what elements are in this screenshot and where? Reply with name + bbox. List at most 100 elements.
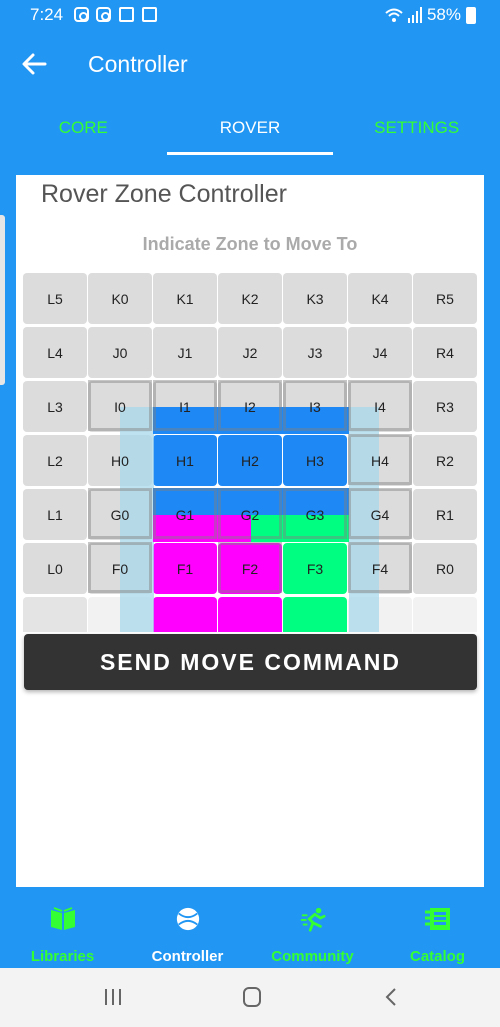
zone-cell-g1[interactable]: G1	[153, 489, 217, 540]
zone-cell-k2[interactable]: K2	[218, 273, 282, 324]
zone-cell-blank[interactable]	[23, 597, 87, 632]
zone-cell-label: J0	[112, 344, 128, 361]
card-title: Rover Zone Controller	[41, 180, 287, 208]
ball-icon	[176, 907, 199, 931]
nav-community[interactable]: Community	[250, 890, 375, 968]
recent-apps-icon[interactable]	[100, 986, 126, 1008]
zone-cell-blank[interactable]	[413, 597, 477, 632]
page-title: Controller	[88, 51, 188, 77]
zone-cell-j0[interactable]: J0	[88, 327, 152, 378]
zone-cell-k0[interactable]: K0	[88, 273, 152, 324]
nav-catalog[interactable]: Catalog	[375, 890, 500, 968]
zone-cell-label: L4	[47, 344, 63, 361]
zone-cell-j3[interactable]: J3	[283, 327, 347, 378]
zone-cell-h1[interactable]: H1	[153, 435, 217, 486]
zone-cell-blank[interactable]	[153, 597, 217, 632]
runner-icon	[300, 907, 326, 932]
zone-cell-label: J3	[307, 344, 323, 361]
zone-cell-blank[interactable]	[348, 597, 412, 632]
zone-cell-label: I1	[179, 398, 191, 415]
zone-cell-label: J2	[242, 344, 258, 361]
zone-cell-h2[interactable]: H2	[218, 435, 282, 486]
zone-cell-j4[interactable]: J4	[348, 327, 412, 378]
zone-cell-j1[interactable]: J1	[153, 327, 217, 378]
zone-cell-label: F0	[111, 560, 129, 577]
tab-core[interactable]: CORE	[0, 98, 167, 158]
signal-icon	[407, 7, 422, 23]
zone-cell-l0[interactable]: L0	[23, 543, 87, 594]
zone-grid[interactable]: L5 K0 K1 K2 K3 K4 R5 L4 J0 J1 J2 J3 J4 R4 L3 I0 I1 I2 I3 I4…	[22, 272, 478, 632]
zone-cell-l1[interactable]: L1	[23, 489, 87, 540]
zone-cell-label: R2	[436, 452, 454, 469]
book-icon	[50, 907, 75, 930]
zone-cell-label: H3	[306, 452, 324, 469]
zone-cell-r1[interactable]: R1	[413, 489, 477, 540]
zone-cell-k3[interactable]: K3	[283, 273, 347, 324]
zone-cell-label: L3	[47, 398, 63, 415]
zone-cell-g4[interactable]: G4	[348, 489, 412, 540]
zone-cell-label: I2	[244, 398, 256, 415]
zone-cell-r3[interactable]: R3	[413, 381, 477, 432]
tab-settings[interactable]: SETTINGS	[333, 98, 500, 158]
zone-cell-i3[interactable]: I3	[283, 381, 347, 432]
zone-cell-f4[interactable]: F4	[348, 543, 412, 594]
zone-cell-l5[interactable]: L5	[23, 273, 87, 324]
zone-cell-r0[interactable]: R0	[413, 543, 477, 594]
zone-cell-label: K3	[306, 290, 324, 307]
zone-cell-h3[interactable]: H3	[283, 435, 347, 486]
nav-libraries[interactable]: Libraries	[0, 890, 125, 968]
zone-cell-blank[interactable]	[218, 597, 282, 632]
battery-percent: 58%	[426, 5, 461, 24]
back-icon[interactable]	[379, 986, 405, 1008]
zone-cell-i2[interactable]: I2	[218, 381, 282, 432]
zone-cell-g0[interactable]: G0	[88, 489, 152, 540]
home-icon[interactable]	[239, 986, 265, 1008]
zone-cell-label: G1	[175, 506, 195, 523]
app-bar: Controller	[0, 30, 500, 98]
nav-label-community: Community	[271, 948, 354, 965]
zone-cell-i1[interactable]: I1	[153, 381, 217, 432]
zone-cell-r2[interactable]: R2	[413, 435, 477, 486]
zone-cell-f1[interactable]: F1	[153, 543, 217, 594]
zone-cell-label: L5	[47, 290, 63, 307]
zone-cell-i4[interactable]: I4	[348, 381, 412, 432]
nav-controller[interactable]: Controller	[125, 890, 250, 968]
zone-cell-r4[interactable]: R4	[413, 327, 477, 378]
zone-cell-label: R1	[436, 506, 454, 523]
zone-cell-l3[interactable]: L3	[23, 381, 87, 432]
zone-cell-k4[interactable]: K4	[348, 273, 412, 324]
zone-cell-i0[interactable]: I0	[88, 381, 152, 432]
status-indicators: 58%	[385, 5, 476, 25]
zone-cell-g3[interactable]: G3	[283, 489, 347, 540]
zone-cell-l4[interactable]: L4	[23, 327, 87, 378]
tab-rover[interactable]: ROVER	[166, 98, 334, 158]
status-time: 7:24	[30, 5, 64, 24]
zone-cell-label: F1	[176, 560, 194, 577]
zone-cell-l2[interactable]: L2	[23, 435, 87, 486]
send-move-command-button[interactable]: SEND MOVE COMMAND	[24, 634, 477, 690]
back-arrow-icon[interactable]	[16, 46, 52, 82]
zone-cell-blank[interactable]	[88, 597, 152, 632]
drawer-handle[interactable]	[0, 215, 5, 385]
zone-cell-j2[interactable]: J2	[218, 327, 282, 378]
zone-cell-k1[interactable]: K1	[153, 273, 217, 324]
zone-cell-h4[interactable]: H4	[348, 435, 412, 486]
zone-cell-r5[interactable]: R5	[413, 273, 477, 324]
zone-cell-blank[interactable]	[283, 597, 347, 632]
tab-bar: CORE ROVER SETTINGS	[0, 98, 500, 158]
zone-cell-label: K2	[241, 290, 259, 307]
zone-cell-label: F2	[241, 560, 259, 577]
nav-label-libraries: Libraries	[30, 948, 95, 965]
zone-cell-label: I3	[309, 398, 321, 415]
zone-cell-f2[interactable]: F2	[218, 543, 282, 594]
zone-cell-label: I4	[374, 398, 386, 415]
zone-cell-g2[interactable]: G2	[218, 489, 282, 540]
zone-cell-h0[interactable]: H0	[88, 435, 152, 486]
zone-cell-label: K1	[176, 290, 194, 307]
zone-cell-label: K4	[371, 290, 389, 307]
zone-cell-label: R3	[436, 398, 454, 415]
zone-cell-f3[interactable]: F3	[283, 543, 347, 594]
nav-label-controller: Controller	[151, 948, 224, 965]
mail-icon	[119, 7, 134, 22]
zone-cell-f0[interactable]: F0	[88, 543, 152, 594]
